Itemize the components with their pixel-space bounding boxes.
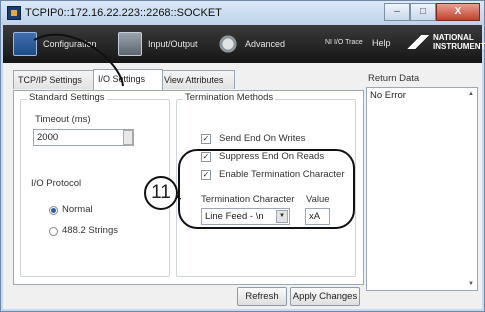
callout-arrow: [33, 33, 124, 87]
annotation-overlay: [33, 33, 355, 229]
callout-number: 11: [144, 176, 178, 210]
callout-box: [178, 149, 355, 229]
